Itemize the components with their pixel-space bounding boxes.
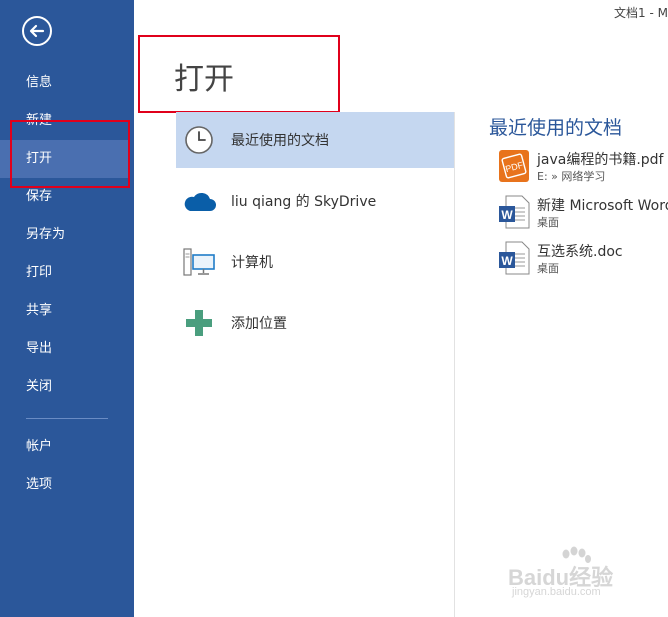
computer-icon [182, 245, 216, 279]
svg-text:W: W [501, 208, 513, 222]
places-list: 最近使用的文档 liu qiang 的 SkyDrive 计算机 添加位置 [176, 112, 454, 356]
svg-text:W: W [501, 254, 513, 268]
place-skydrive[interactable]: liu qiang 的 SkyDrive [176, 173, 454, 229]
nav-close[interactable]: 关闭 [0, 368, 134, 406]
cloud-icon [182, 184, 216, 218]
watermark-url: jingyan.baidu.com [512, 586, 601, 598]
doc-path: E: » 网络学习 [537, 170, 606, 183]
place-label: 添加位置 [231, 316, 287, 332]
nav-options[interactable]: 选项 [0, 466, 134, 504]
nav-divider [26, 418, 108, 419]
window-title: 文档1 - M [614, 6, 668, 20]
place-label: 计算机 [231, 255, 273, 271]
recent-doc-item[interactable]: PDF java编程的书籍.pdf E: » 网络学习 [498, 149, 668, 191]
nav-share[interactable]: 共享 [0, 292, 134, 330]
baidu-watermark: Baidu经验 jingyan.baidu.com [508, 546, 658, 604]
word-doc-icon: W [498, 195, 530, 229]
word-doc-icon: W [498, 241, 530, 275]
place-add-location[interactable]: 添加位置 [176, 295, 454, 351]
recent-doc-item[interactable]: W 互选系统.doc 桌面 [498, 241, 668, 283]
place-label: liu qiang 的 SkyDrive [231, 194, 377, 210]
highlight-box-title [138, 35, 340, 113]
place-label: 最近使用的文档 [231, 133, 329, 149]
doc-path: 桌面 [537, 262, 559, 275]
recent-doc-item[interactable]: W 新建 Microsoft Word 桌面 [498, 195, 668, 237]
nav-account[interactable]: 帐户 [0, 428, 134, 466]
column-divider [454, 112, 455, 617]
plus-icon [182, 306, 216, 340]
highlight-box-open-nav [10, 120, 130, 188]
back-arrow-icon [29, 24, 45, 38]
back-button[interactable] [22, 16, 52, 46]
doc-path: 桌面 [537, 216, 559, 229]
place-computer[interactable]: 计算机 [176, 234, 454, 290]
recent-documents-heading: 最近使用的文档 [489, 117, 623, 139]
nav-export[interactable]: 导出 [0, 330, 134, 368]
nav-save-as[interactable]: 另存为 [0, 216, 134, 254]
doc-name: java编程的书籍.pdf [537, 152, 664, 168]
doc-name: 新建 Microsoft Word [537, 198, 668, 214]
backstage-sidebar: 信息 新建 打开 保存 另存为 打印 共享 导出 关闭 帐户 选项 [0, 0, 134, 617]
nav-print[interactable]: 打印 [0, 254, 134, 292]
nav-info[interactable]: 信息 [0, 64, 134, 102]
place-recent-documents[interactable]: 最近使用的文档 [176, 112, 454, 168]
clock-icon [182, 123, 216, 157]
doc-name: 互选系统.doc [537, 244, 623, 260]
pdf-icon: PDF [498, 149, 530, 183]
